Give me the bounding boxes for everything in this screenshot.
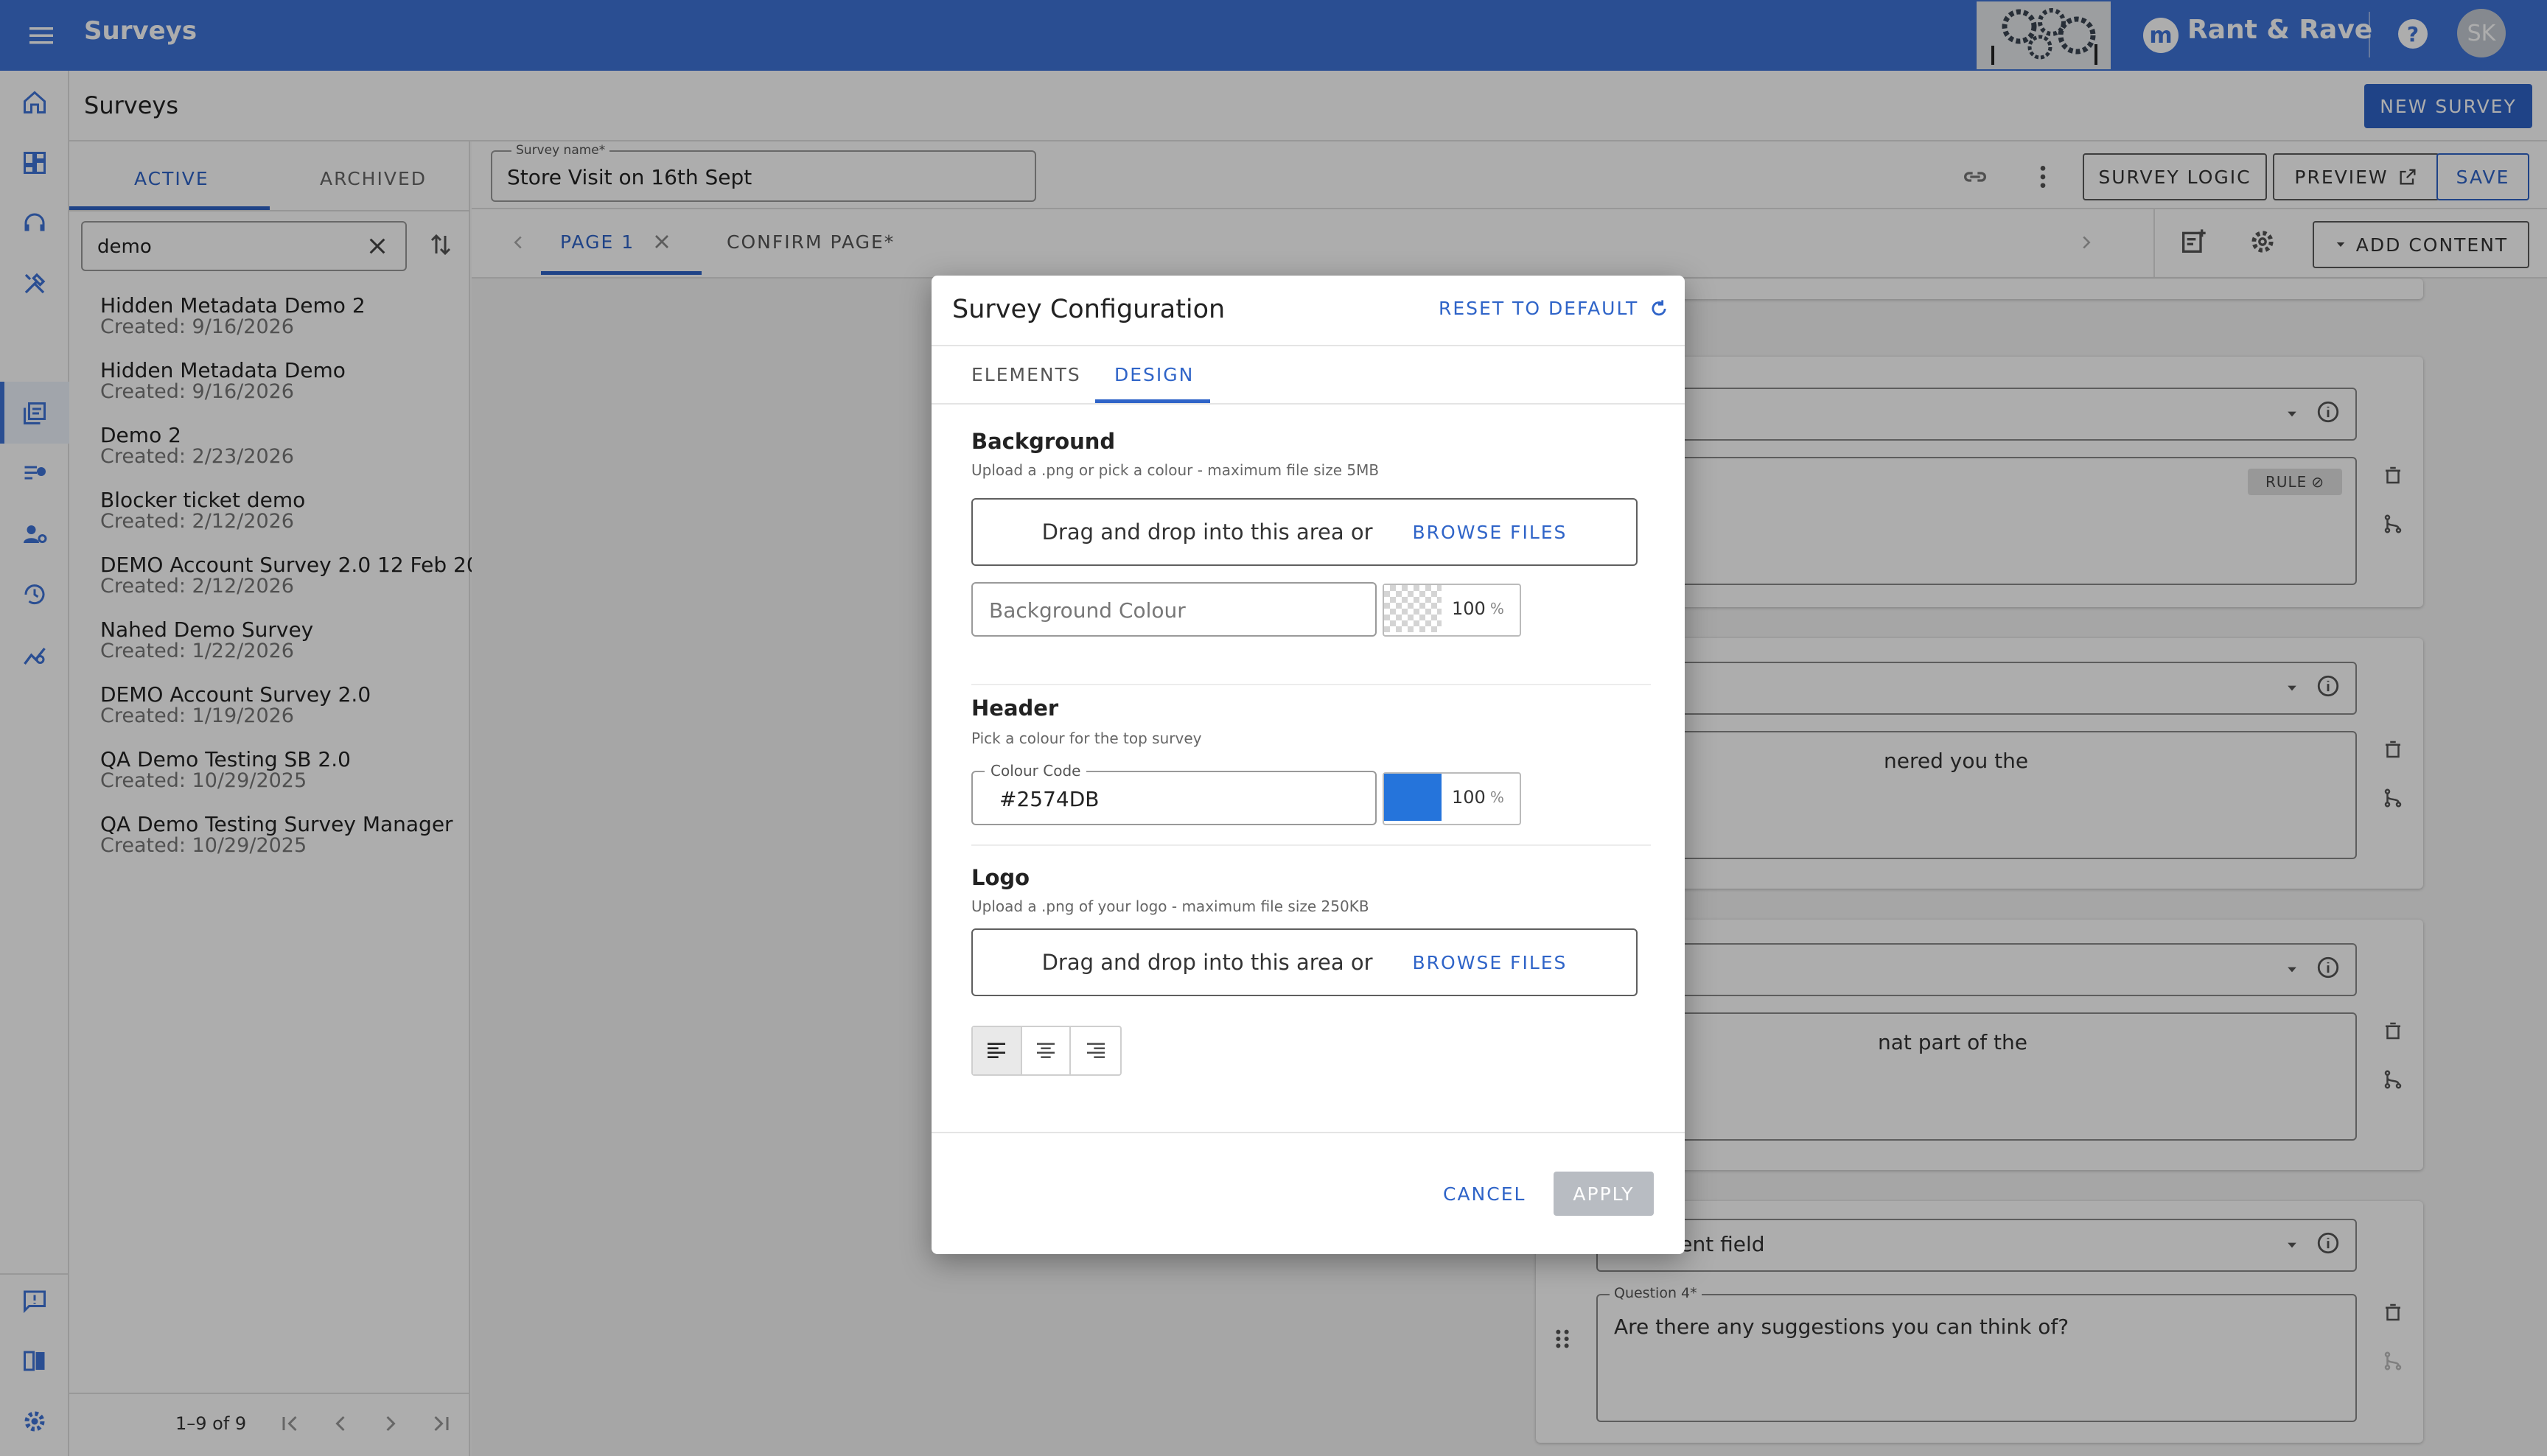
section-divider [971,844,1651,846]
header-colour-swatch[interactable] [1384,774,1442,821]
dialog-header-divider [932,345,1685,346]
background-opacity-number: 100 [1452,598,1486,619]
header-subtitle: Pick a colour for the top survey [971,729,1202,747]
align-center-icon[interactable] [1022,1027,1072,1074]
survey-configuration-dialog: Survey Configuration RESET TO DEFAULT EL… [932,276,1685,1254]
background-colour-field[interactable]: Background Colour [971,582,1377,637]
cancel-button[interactable]: CANCEL [1443,1183,1526,1205]
section-divider [971,684,1651,685]
percent-sign: % [1489,600,1504,617]
percent-sign: % [1489,788,1504,806]
header-opacity-control[interactable]: 100% [1383,772,1521,825]
tab-elements[interactable]: ELEMENTS [971,364,1081,385]
reset-label: RESET TO DEFAULT [1439,298,1639,319]
align-right-icon[interactable] [1071,1027,1120,1074]
dialog-footer-divider [932,1132,1685,1133]
logo-browse-files-link[interactable]: BROWSE FILES [1413,952,1568,973]
header-opacity-number: 100 [1452,787,1486,808]
refresh-icon [1652,299,1666,315]
header-opacity-value[interactable]: 100% [1452,774,1504,821]
background-drop-text: Drag and drop into this area or [1041,519,1373,545]
colour-code-value: #2574DB [999,787,1100,811]
logo-alignment-group [971,1026,1122,1076]
background-opacity-control[interactable]: 100% [1383,584,1521,637]
logo-subtitle: Upload a .png of your logo - maximum fil… [971,897,1369,915]
background-dropzone[interactable]: Drag and drop into this area or BROWSE F… [971,498,1638,566]
colour-code-label: Colour Code [985,762,1087,780]
logo-dropzone[interactable]: Drag and drop into this area or BROWSE F… [971,928,1638,996]
dialog-tab-divider [932,403,1685,405]
dialog-title: Survey Configuration [952,295,1226,324]
background-title: Background [971,429,1116,454]
background-browse-files-link[interactable]: BROWSE FILES [1413,522,1568,543]
transparent-swatch[interactable] [1384,585,1442,632]
align-left-icon[interactable] [973,1027,1022,1074]
header-colour-code-field[interactable]: Colour Code #2574DB [971,762,1377,825]
reset-to-default-button[interactable]: RESET TO DEFAULT [1439,298,1669,319]
background-subtitle: Upload a .png or pick a colour - maximum… [971,461,1380,479]
logo-drop-text: Drag and drop into this area or [1041,950,1373,975]
background-colour-placeholder: Background Colour [989,598,1186,623]
background-opacity-value[interactable]: 100% [1452,585,1504,632]
header-title: Header [971,696,1059,721]
apply-button[interactable]: APPLY [1554,1172,1654,1216]
tab-design[interactable]: DESIGN [1114,364,1194,385]
logo-title: Logo [971,865,1030,890]
